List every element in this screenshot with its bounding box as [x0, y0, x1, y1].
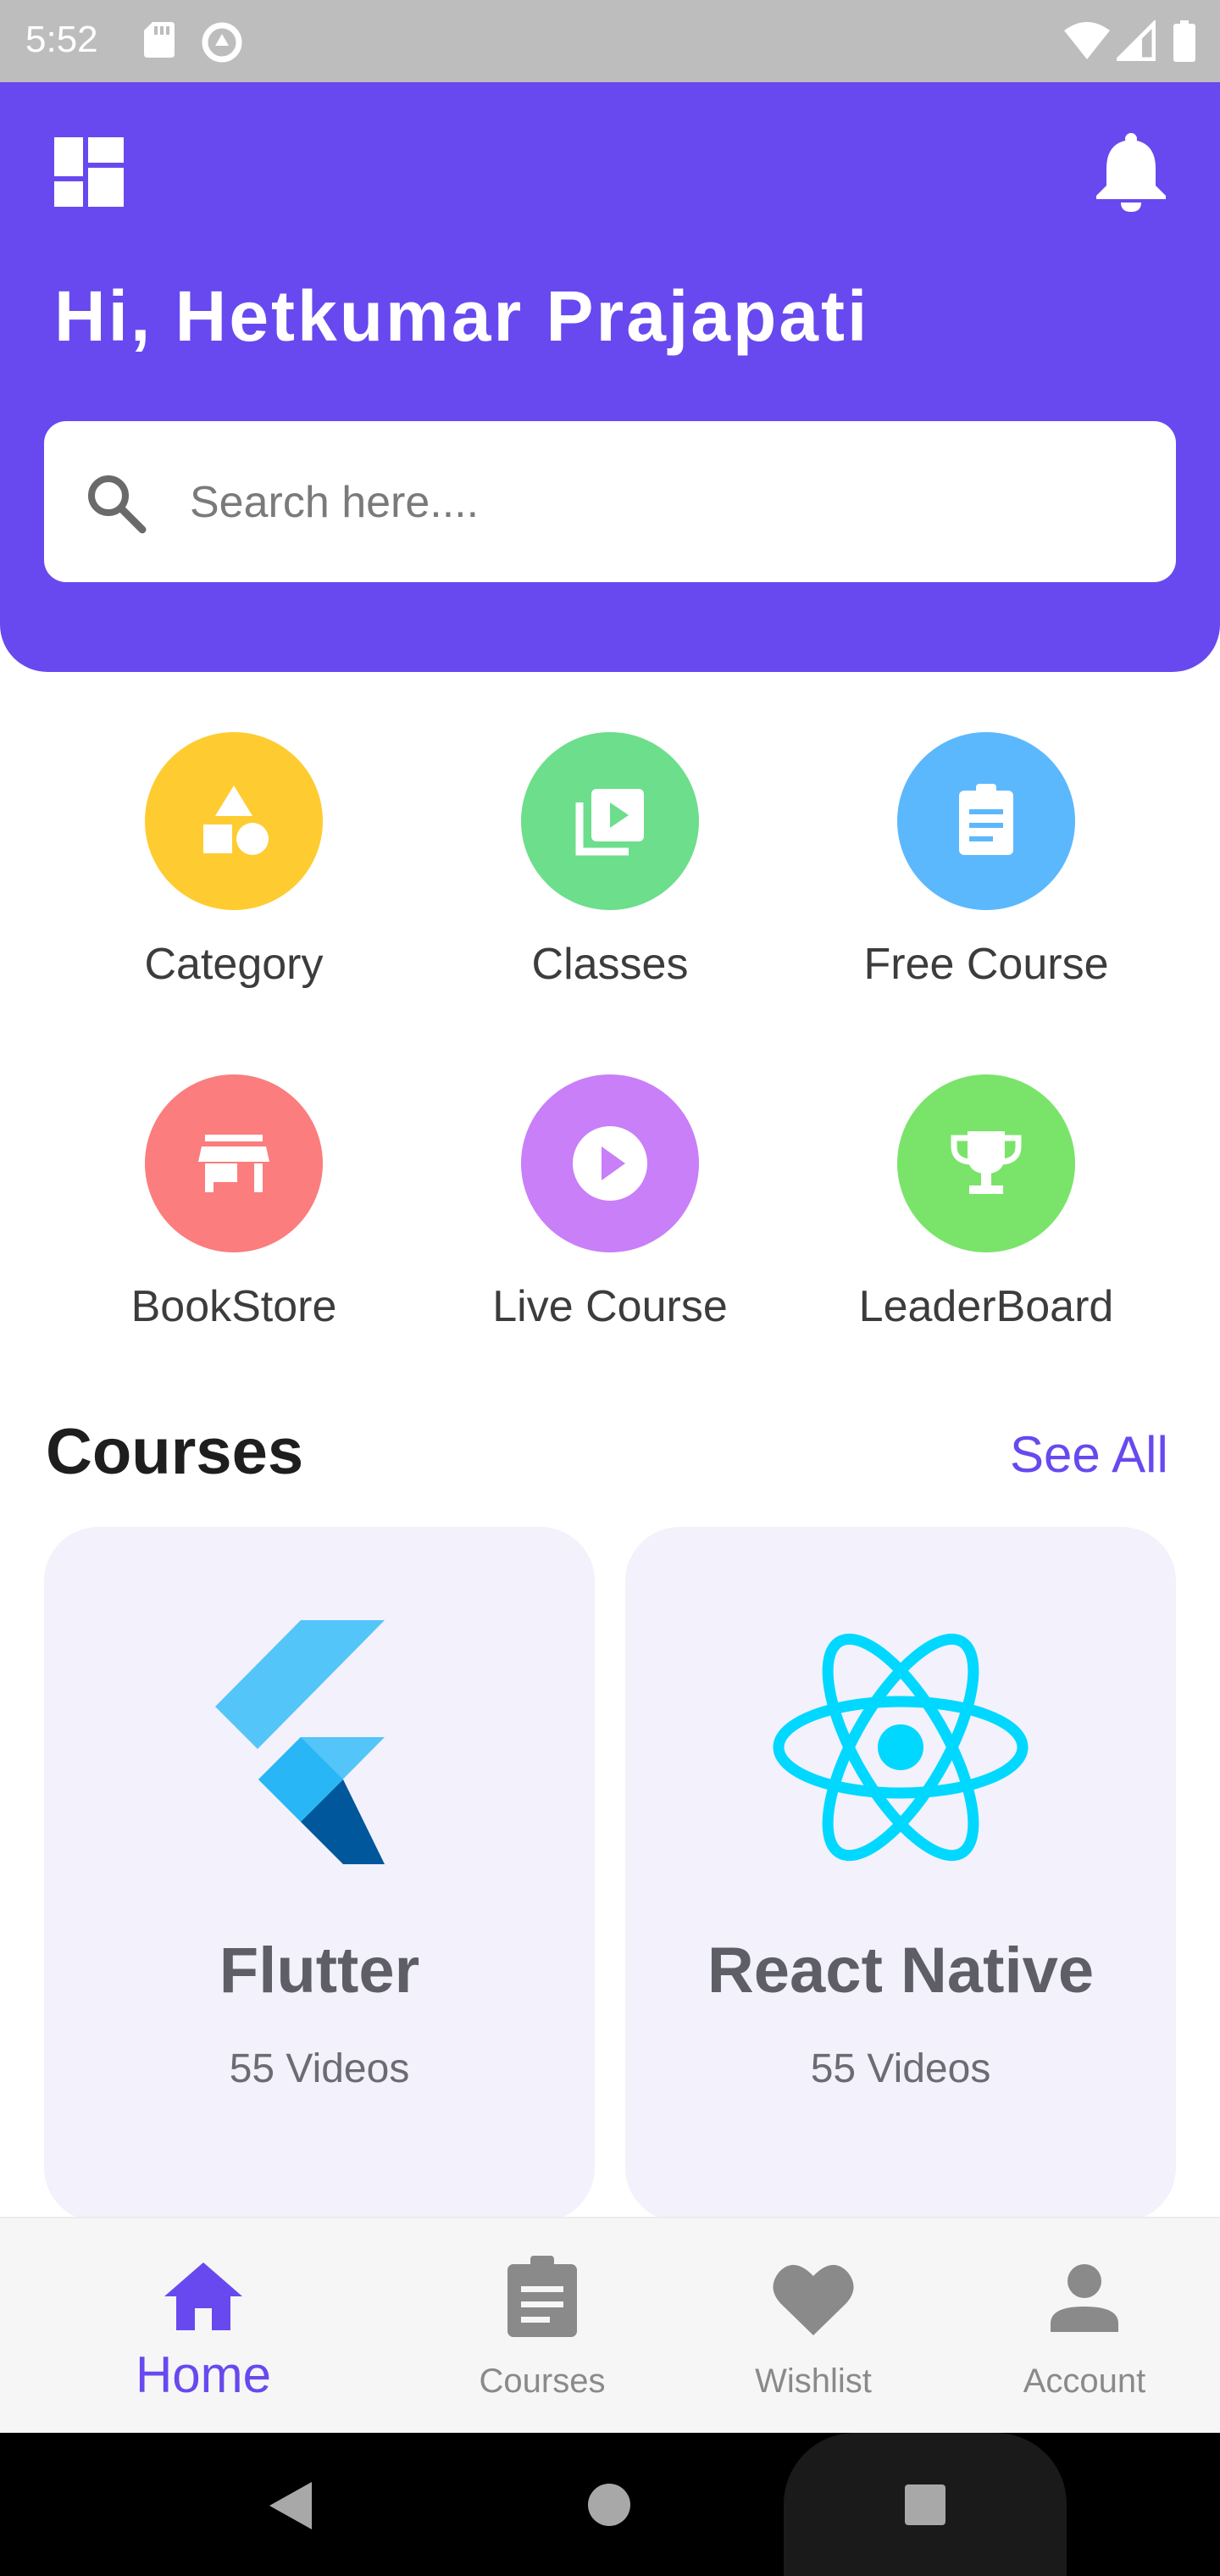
nav-courses[interactable]: Courses	[441, 2218, 644, 2434]
category-circle[interactable]	[145, 732, 323, 910]
video-library-icon	[575, 789, 644, 856]
notification-bell-icon[interactable]	[1093, 131, 1169, 212]
wifi-icon	[1064, 22, 1110, 59]
free-course-circle[interactable]	[897, 732, 1075, 910]
status-bar: 5:52	[0, 0, 1220, 82]
quick-action-leaderboard[interactable]: LeaderBoard	[800, 1074, 1173, 1371]
play-circle-icon	[573, 1126, 647, 1201]
nav-wishlist-label: Wishlist	[755, 2362, 872, 2400]
react-logo	[773, 1633, 1029, 1862]
search-box[interactable]	[44, 421, 1176, 582]
quick-action-category[interactable]: Category	[47, 732, 420, 1029]
heart-icon	[773, 2264, 854, 2335]
course-name: React Native	[707, 1935, 1095, 2007]
live-course-circle[interactable]	[521, 1074, 699, 1252]
quick-action-bookstore[interactable]: BookStore	[47, 1074, 420, 1371]
nav-wishlist[interactable]: Wishlist	[712, 2218, 915, 2434]
home-circle-icon[interactable]	[586, 2482, 632, 2528]
home-icon	[164, 2262, 242, 2330]
nav-account-label: Account	[1023, 2362, 1146, 2400]
recents-icon[interactable]	[903, 2483, 947, 2527]
classes-circle[interactable]	[521, 732, 699, 910]
quick-action-free-course[interactable]: Free Course	[800, 732, 1173, 1029]
course-card-flutter[interactable]: Flutter 55 Videos	[44, 1527, 595, 2222]
course-name: Flutter	[219, 1935, 420, 2007]
course-video-count: 55 Videos	[229, 2046, 410, 2091]
bookstore-circle[interactable]	[145, 1074, 323, 1252]
assignment-icon	[507, 2256, 577, 2337]
leaderboard-label: LeaderBoard	[858, 1282, 1114, 1331]
status-time: 5:52	[25, 19, 98, 60]
system-navigation-bar	[0, 2433, 1220, 2576]
store-icon	[198, 1135, 269, 1192]
nav-account[interactable]: Account	[983, 2218, 1186, 2434]
greeting-text: Hi, Hetkumar Prajapati	[54, 276, 870, 356]
search-icon	[88, 475, 147, 534]
sd-card-icon	[144, 22, 175, 58]
assignment-icon	[959, 784, 1013, 855]
category-label: Category	[144, 940, 324, 989]
search-input[interactable]	[188, 455, 1123, 550]
nav-courses-label: Courses	[479, 2362, 606, 2400]
free-course-label: Free Course	[863, 940, 1109, 989]
dashboard-menu-icon[interactable]	[54, 137, 124, 207]
battery-icon	[1173, 20, 1195, 62]
back-icon[interactable]	[266, 2480, 313, 2531]
see-all-link[interactable]: See All	[1010, 1425, 1168, 1484]
signal-icon	[1117, 20, 1156, 61]
flutter-logo	[215, 1620, 385, 1864]
quick-action-live-course[interactable]: Live Course	[424, 1074, 796, 1371]
courses-section-title: Courses	[46, 1416, 304, 1488]
bottom-navigation: Home Courses Wishlist Account	[0, 2217, 1220, 2434]
bookstore-label: BookStore	[130, 1282, 337, 1331]
person-icon	[1051, 2264, 1118, 2332]
leaderboard-circle[interactable]	[897, 1074, 1075, 1252]
trophy-icon	[951, 1131, 1022, 1194]
quick-action-classes[interactable]: Classes	[424, 732, 796, 1029]
nav-home-label: Home	[135, 2346, 272, 2403]
data-saver-icon	[202, 22, 242, 63]
classes-label: Classes	[531, 940, 689, 989]
shapes-icon	[203, 786, 269, 855]
nav-home[interactable]: Home	[102, 2218, 305, 2434]
header: Hi, Hetkumar Prajapati	[0, 82, 1220, 672]
course-video-count: 55 Videos	[810, 2046, 991, 2091]
course-card-react-native[interactable]: React Native 55 Videos	[625, 1527, 1176, 2222]
live-course-label: Live Course	[492, 1282, 728, 1331]
